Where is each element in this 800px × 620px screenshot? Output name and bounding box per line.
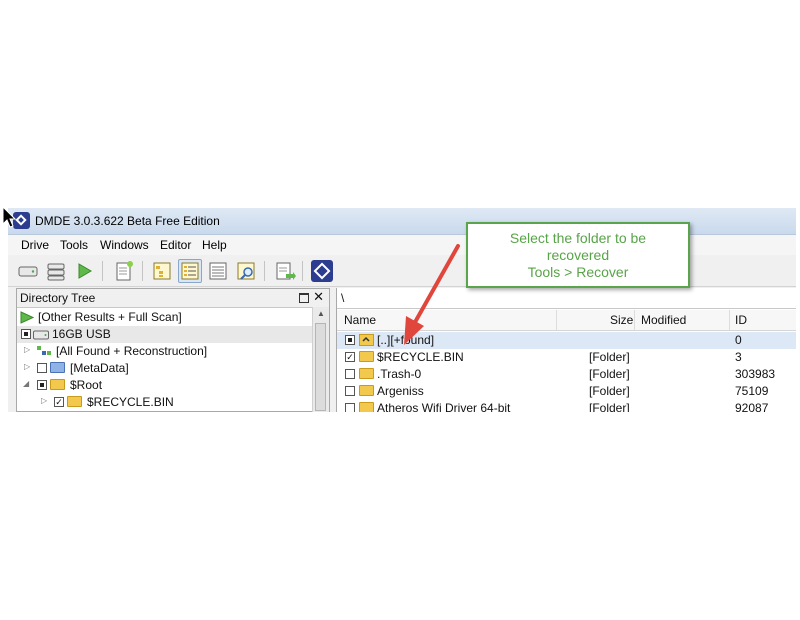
red-arrow-icon [404,244,460,345]
callout-line: Select the folder to be [509,230,647,246]
instruction-callout: Select the folder to be recovered Tools … [466,222,690,288]
callout-line: Tools > Recover [527,264,629,280]
callout-line: recovered [546,247,610,263]
